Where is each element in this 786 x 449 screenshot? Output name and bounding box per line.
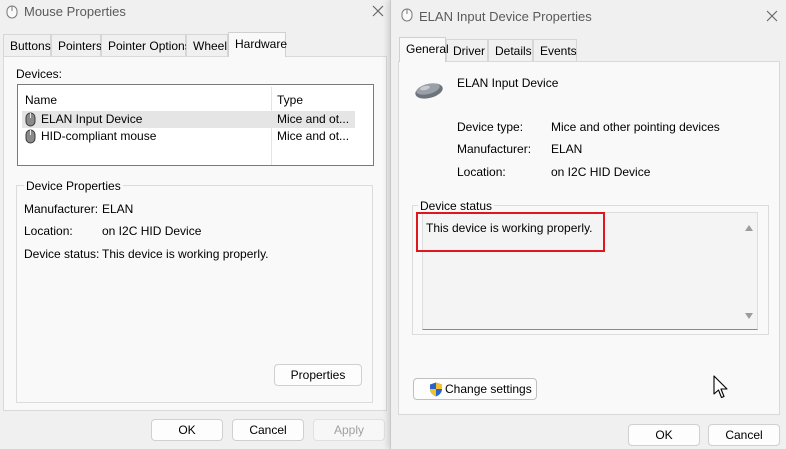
device-type: Mice and ot... bbox=[277, 129, 350, 143]
window-title: ELAN Input Device Properties bbox=[419, 9, 592, 24]
scroll-down-icon[interactable] bbox=[745, 308, 753, 322]
manufacturer-value: ELAN bbox=[551, 142, 583, 156]
column-header-name[interactable]: Name bbox=[25, 93, 57, 107]
list-item[interactable]: HID-compliant mouse Mice and ot... bbox=[22, 128, 355, 145]
location-label: Location: bbox=[24, 224, 73, 238]
cancel-button-label: Cancel bbox=[725, 428, 763, 442]
change-settings-label: Change settings bbox=[445, 382, 532, 396]
tab-driver[interactable]: Driver bbox=[446, 39, 488, 61]
mouse-cursor-icon bbox=[713, 375, 729, 403]
tab-label: Buttons bbox=[10, 39, 51, 53]
cancel-button[interactable]: Cancel bbox=[232, 419, 304, 441]
tab-label: Hardware bbox=[235, 37, 288, 51]
device-type: Mice and ot... bbox=[277, 112, 350, 126]
devices-list[interactable]: Name Type ELAN Input Device Mice and ot.… bbox=[17, 84, 374, 166]
ok-button-label: OK bbox=[655, 428, 673, 442]
shield-icon bbox=[429, 382, 443, 403]
tab-label: Events bbox=[540, 44, 577, 58]
cancel-button[interactable]: Cancel bbox=[708, 424, 780, 446]
tab-label: General bbox=[406, 42, 449, 56]
window-title: Mouse Properties bbox=[24, 4, 126, 19]
ok-button[interactable]: OK bbox=[151, 419, 223, 441]
tab-events[interactable]: Events bbox=[533, 39, 577, 61]
properties-button-label: Properties bbox=[290, 368, 346, 382]
properties-button[interactable]: Properties bbox=[274, 364, 362, 386]
tab-label: Driver bbox=[453, 44, 485, 58]
device-properties-heading: Device Properties bbox=[24, 179, 123, 193]
tab-details[interactable]: Details bbox=[488, 39, 533, 61]
tab-label: Wheel bbox=[193, 39, 228, 53]
tab-pointers[interactable]: Pointers bbox=[51, 34, 103, 56]
ok-button-label: OK bbox=[178, 423, 196, 437]
manufacturer-label: Manufacturer: bbox=[457, 142, 532, 156]
device-name: ELAN Input Device bbox=[41, 112, 143, 126]
device-app-icon bbox=[401, 8, 413, 25]
tab-wheel[interactable]: Wheel bbox=[186, 34, 228, 56]
device-name: ELAN Input Device bbox=[457, 76, 559, 90]
tab-general[interactable]: General bbox=[399, 37, 449, 62]
column-header-type[interactable]: Type bbox=[277, 93, 303, 107]
device-status-label: Device status: bbox=[24, 247, 100, 261]
scrollbar[interactable] bbox=[741, 213, 757, 329]
tab-label: Pointers bbox=[58, 39, 103, 53]
tab-label: Pointer Options bbox=[108, 39, 191, 53]
cancel-button-label: Cancel bbox=[249, 423, 287, 437]
device-type-value: Mice and other pointing devices bbox=[551, 120, 720, 134]
mouse-properties-window: Mouse Properties Buttons Pointers Pointe… bbox=[0, 0, 391, 449]
ok-button[interactable]: OK bbox=[628, 424, 700, 446]
apply-button[interactable]: Apply bbox=[313, 419, 385, 441]
change-settings-button[interactable]: Change settings bbox=[413, 378, 537, 400]
apply-button-label: Apply bbox=[333, 423, 365, 437]
location-label: Location: bbox=[457, 165, 506, 179]
list-item[interactable]: ELAN Input Device Mice and ot... bbox=[22, 111, 355, 128]
mouse-device-icon bbox=[25, 129, 36, 147]
device-type-label: Device type: bbox=[457, 120, 524, 134]
scroll-up-icon[interactable] bbox=[745, 220, 753, 234]
device-status-value: This device is working properly. bbox=[102, 247, 269, 261]
close-icon[interactable] bbox=[370, 3, 386, 19]
manufacturer-label: Manufacturer: bbox=[24, 202, 99, 216]
location-value: on I2C HID Device bbox=[102, 224, 202, 238]
device-name: HID-compliant mouse bbox=[41, 129, 157, 143]
manufacturer-value: ELAN bbox=[102, 202, 134, 216]
hardware-tab-panel: Devices: Name Type ELAN Input Device Mic… bbox=[3, 56, 387, 411]
close-icon[interactable] bbox=[764, 8, 780, 24]
general-tab-panel: ELAN Input Device Device type: Mice and … bbox=[398, 61, 780, 415]
location-value: on I2C HID Device bbox=[551, 165, 651, 179]
mouse-app-icon bbox=[6, 5, 18, 22]
tab-hardware[interactable]: Hardware bbox=[228, 32, 288, 57]
tab-pointer-options[interactable]: Pointer Options bbox=[101, 34, 191, 56]
mouse-device-icon bbox=[413, 77, 445, 104]
tab-buttons[interactable]: Buttons bbox=[3, 34, 51, 56]
device-status-heading: Device status bbox=[418, 199, 495, 213]
highlight-box bbox=[416, 212, 605, 252]
devices-label: Devices: bbox=[16, 67, 63, 81]
elan-properties-window: ELAN Input Device Properties General Dri… bbox=[390, 0, 786, 449]
tab-label: Details bbox=[495, 44, 532, 58]
